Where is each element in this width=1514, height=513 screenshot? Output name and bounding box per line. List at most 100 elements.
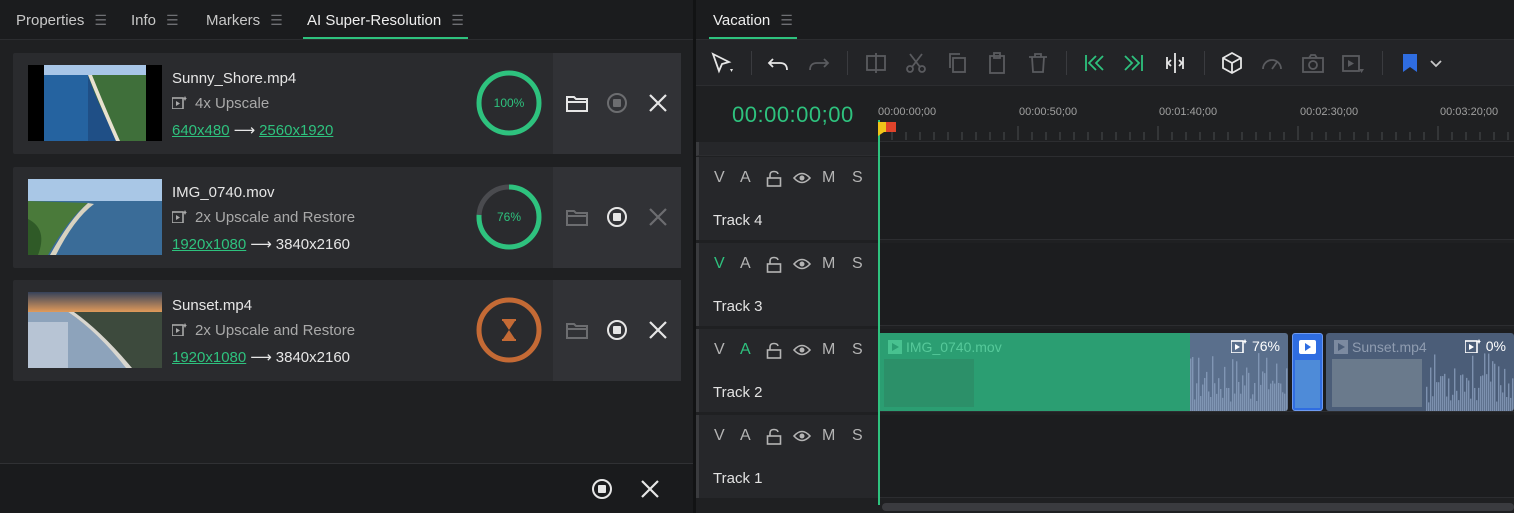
menu-icon: ☰: [451, 12, 464, 28]
clip-thumbnail: [884, 359, 974, 407]
track-header: V A M S Track 4: [696, 157, 878, 240]
target-resolution-link[interactable]: 2560x1920: [259, 122, 333, 139]
file-name: Sunset.mp4: [172, 297, 253, 314]
visibility-icon[interactable]: [793, 171, 811, 185]
tab-properties[interactable]: Properties ☰: [16, 0, 107, 40]
timeline-clip[interactable]: IMG_0740.mov 76%: [878, 333, 1288, 411]
clip-progress: 0%: [1463, 338, 1506, 354]
video-sparkle-icon: [1230, 339, 1247, 354]
track-name: Track 3: [713, 298, 763, 315]
solo-toggle[interactable]: S: [852, 255, 863, 273]
time-ruler[interactable]: 00:00:00;00 00:00:50;00 00:01:40;00 00:0…: [878, 86, 1514, 142]
jump-start-icon[interactable]: [1082, 51, 1106, 75]
track-lane[interactable]: [878, 157, 1514, 240]
timecode-display[interactable]: 00:00:00;00: [696, 86, 878, 142]
menu-icon: ☰: [166, 12, 179, 28]
video-toggle[interactable]: V: [714, 255, 725, 273]
paste-icon[interactable]: [985, 51, 1009, 75]
stop-icon[interactable]: [605, 205, 629, 229]
file-name: Sunny_Shore.mp4: [172, 70, 297, 87]
close-icon[interactable]: [646, 205, 670, 229]
tab-vacation[interactable]: Vacation ☰: [709, 0, 797, 40]
stop-all-icon[interactable]: [590, 477, 614, 501]
video-toggle[interactable]: V: [714, 427, 725, 445]
redo-icon[interactable]: [807, 51, 831, 75]
source-resolution-link[interactable]: 1920x1080: [172, 236, 246, 253]
close-icon[interactable]: [646, 91, 670, 115]
audio-toggle[interactable]: A: [740, 427, 751, 445]
tab-markers[interactable]: Markers ☰: [206, 0, 283, 40]
playhead-line[interactable]: [878, 120, 880, 505]
unlock-icon[interactable]: [766, 342, 782, 359]
unlock-icon[interactable]: [766, 428, 782, 445]
video-thumbnail: [28, 179, 162, 255]
tab-info[interactable]: Info ☰: [131, 0, 179, 40]
mute-toggle[interactable]: M: [822, 255, 835, 273]
job-actions: [553, 167, 681, 268]
timeline-clip[interactable]: Sunset.mp4 0%: [1326, 333, 1514, 411]
timeline-tab-bar: Vacation ☰: [696, 0, 1514, 40]
trim-icon[interactable]: [1163, 51, 1187, 75]
open-folder-icon[interactable]: [565, 205, 589, 229]
delete-icon[interactable]: [1026, 51, 1050, 75]
left-tab-bar: Properties ☰ Info ☰ Markers ☰ AI Super-Reso…: [0, 0, 693, 40]
solo-toggle[interactable]: S: [852, 427, 863, 445]
copy-icon[interactable]: [945, 51, 969, 75]
horizontal-scrollbar[interactable]: [882, 503, 1514, 511]
stop-icon[interactable]: [605, 91, 629, 115]
track-header-partial: [696, 142, 878, 156]
export-clip-icon[interactable]: [1341, 51, 1365, 75]
marker-icon[interactable]: [1398, 51, 1422, 75]
clip-progress: 76%: [1230, 338, 1280, 354]
track-lane[interactable]: [878, 243, 1514, 326]
clip-thumbnail: [1295, 360, 1320, 408]
visibility-icon[interactable]: [793, 429, 811, 443]
undo-icon[interactable]: [766, 51, 790, 75]
chevron-down-icon[interactable]: [1424, 51, 1448, 75]
close-icon[interactable]: [646, 318, 670, 342]
visibility-icon[interactable]: [793, 257, 811, 271]
solo-toggle[interactable]: S: [852, 169, 863, 187]
clip-thumbnail: [1332, 359, 1422, 407]
video-sparkle-icon: [172, 323, 187, 336]
unlock-icon[interactable]: [766, 170, 782, 187]
progress-label: 76%: [496, 210, 522, 224]
visibility-icon[interactable]: [793, 343, 811, 357]
close-all-icon[interactable]: [638, 477, 662, 501]
play-icon: [1299, 340, 1316, 354]
video-sparkle-icon: [172, 210, 187, 223]
upscale-mode: 4x Upscale: [172, 95, 269, 112]
jump-end-icon[interactable]: [1122, 51, 1146, 75]
unlock-icon[interactable]: [766, 256, 782, 273]
open-folder-icon[interactable]: [565, 318, 589, 342]
solo-toggle[interactable]: S: [852, 341, 863, 359]
split-icon[interactable]: [864, 51, 888, 75]
progress-label: 100%: [493, 96, 525, 110]
audio-toggle[interactable]: A: [740, 255, 751, 273]
mute-toggle[interactable]: M: [822, 427, 835, 445]
video-thumbnail: [28, 65, 162, 141]
cut-icon[interactable]: [904, 51, 928, 75]
3d-box-icon[interactable]: [1220, 51, 1244, 75]
snapshot-icon[interactable]: [1301, 51, 1325, 75]
audio-toggle[interactable]: A: [740, 169, 751, 187]
audio-toggle[interactable]: A: [740, 341, 751, 359]
job-actions: [553, 280, 681, 381]
queue-footer: [0, 463, 693, 513]
video-toggle[interactable]: V: [714, 169, 725, 187]
source-resolution-link[interactable]: 1920x1080: [172, 349, 246, 366]
source-resolution-link[interactable]: 640x480: [172, 122, 230, 139]
open-folder-icon[interactable]: [565, 91, 589, 115]
select-tool-icon[interactable]: [710, 51, 734, 75]
video-toggle[interactable]: V: [714, 341, 725, 359]
playhead-handle[interactable]: [878, 122, 896, 136]
transition-clip[interactable]: [1292, 333, 1323, 411]
mute-toggle[interactable]: M: [822, 169, 835, 187]
track-lane[interactable]: [878, 415, 1514, 498]
stop-icon[interactable]: [605, 318, 629, 342]
speed-icon[interactable]: [1260, 51, 1284, 75]
ruler-label: 00:00:50;00: [1019, 106, 1078, 118]
resolution-info: 1920x1080 ⟶ 3840x2160: [172, 348, 350, 366]
mute-toggle[interactable]: M: [822, 341, 835, 359]
tab-ai-super-resolution[interactable]: AI Super-Resolution ☰: [303, 0, 468, 40]
